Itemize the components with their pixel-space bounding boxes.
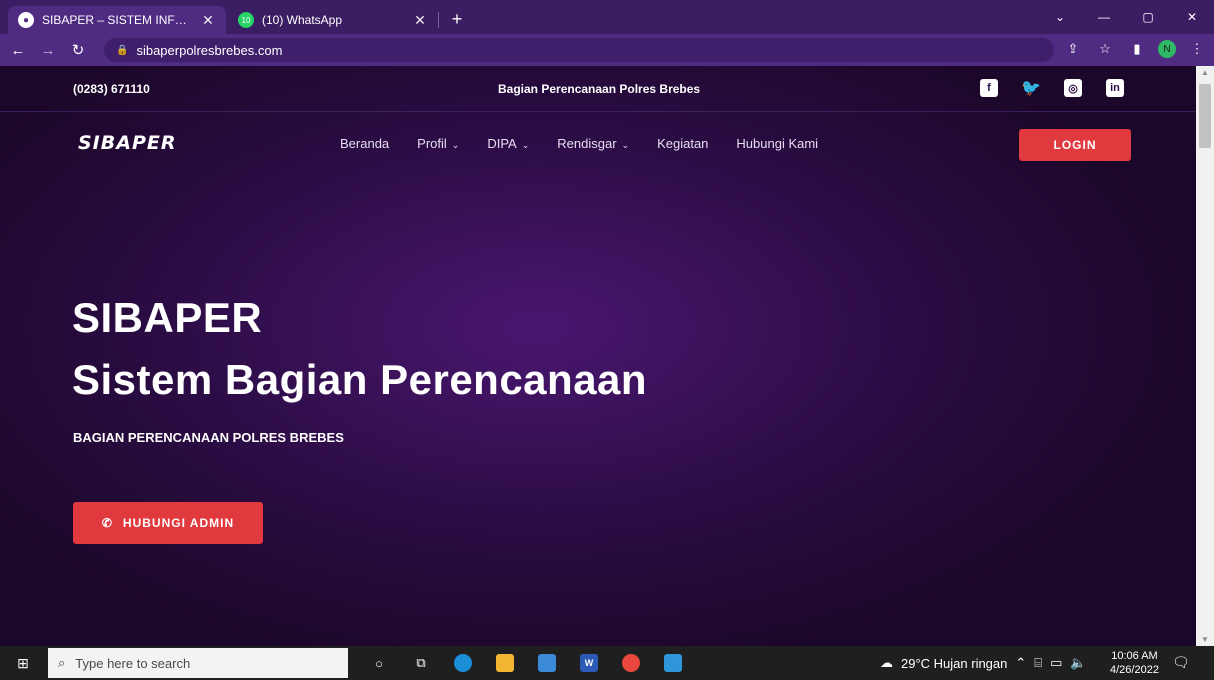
chevron-down-icon: ⌄ [451,140,460,150]
notification-icon[interactable]: 🗨 [1172,654,1190,671]
tab-title: (10) WhatsApp [262,13,343,27]
cortana-icon[interactable]: ○ [358,646,400,680]
chevron-up-icon[interactable]: ⌃ [1015,655,1026,671]
nav-item-kegiatan[interactable]: Kegiatan [657,136,708,151]
new-tab-button[interactable]: + [446,8,468,30]
nav-menu: Beranda Profil ⌄ DIPA ⌄ Rendisgar ⌄ Kegiata… [340,136,818,151]
forward-button[interactable]: → [36,38,60,62]
url-text: sibaperpolresbrebes.com [136,42,283,58]
nav-item-rendisgar[interactable]: Rendisgar ⌄ [557,136,629,151]
main-nav: SIBAPER Beranda Profil ⌄ DIPA ⌄ Rendisgar ⌄… [0,112,1196,178]
restore-button[interactable]: ▢ [1126,0,1170,34]
word-icon[interactable]: W [580,654,598,672]
globe-icon: ● [18,12,34,28]
nav-item-label: Rendisgar [557,136,617,151]
address-bar[interactable]: 🔒 sibaperpolresbrebes.com [104,38,1054,62]
site-topbar: (0283) 671110 Bagian Perencanaan Polres … [0,66,1196,112]
nav-item-dipa[interactable]: DIPA ⌄ [487,136,529,151]
topbar-tagline: Bagian Perencanaan Polres Brebes [498,82,701,96]
close-window-button[interactable]: ✕ [1170,0,1214,34]
menu-kebab-icon[interactable]: ⋮ [1186,38,1208,60]
minimize-button[interactable]: — [1082,0,1126,34]
nav-item-profil[interactable]: Profil ⌄ [417,136,459,151]
tab-title: SIBAPER – SISTEM INFORMASI B [42,13,192,27]
taskbar-search-input[interactable]: ⌕ Type here to search [48,648,348,678]
chevron-down-icon: ⌄ [521,140,530,150]
edge-icon[interactable] [454,654,472,672]
site-logo[interactable]: SIBAPER [78,132,176,154]
reload-button[interactable]: ↻ [66,38,90,62]
social-links: f 🐦 ◎ in [980,79,1124,97]
tab-sibaper[interactable]: ● SIBAPER – SISTEM INFORMASI B ✕ [8,6,226,34]
taskbar-apps: ○ ⧉ W [358,646,694,680]
nav-item-label: Profil [417,136,447,151]
task-view-icon[interactable]: ⧉ [400,646,442,680]
nav-item-label: Hubungi Kami [736,136,819,151]
linkedin-icon[interactable]: in [1106,79,1124,97]
battery-icon[interactable]: ▭ [1050,655,1062,671]
windows-taskbar: ⊞ ⌕ Type here to search ○ ⧉ W ☁ 29°C Huj… [0,646,1214,680]
scrollbar-thumb[interactable] [1199,84,1211,148]
page-scrollbar[interactable]: ▲ ▼ [1196,66,1214,646]
weather-text[interactable]: 29°C Hujan ringan [901,656,1007,671]
side-panel-icon[interactable]: ▮ [1126,38,1148,60]
system-tray: ☁ 29°C Hujan ringan ⌃ ⌸ ▭ 🔈 [880,646,1087,680]
nav-item-beranda[interactable]: Beranda [340,136,389,151]
nav-item-label: Beranda [340,136,390,151]
chrome-icon[interactable] [622,654,640,672]
scroll-up-arrow[interactable]: ▲ [1196,68,1214,77]
nav-item-hubungi-kami[interactable]: Hubungi Kami [736,136,818,151]
hero-title: SIBAPER [72,294,263,341]
scroll-down-arrow[interactable]: ▼ [1196,635,1214,644]
hero-subtitle-large: Sistem Bagian Perencanaan [72,356,648,403]
clock-time: 10:06 AM [1111,650,1158,662]
close-tab-icon[interactable]: ✕ [412,12,428,29]
photos-icon[interactable] [664,654,682,672]
login-button[interactable]: LOGIN [1019,129,1131,161]
phone-number: (0283) 671110 [73,82,150,96]
contact-admin-button[interactable]: ✆ HUBUNGI ADMIN [73,502,263,544]
tab-search-button[interactable]: ⌄ [1038,0,1082,34]
back-button[interactable]: ← [6,38,30,62]
lock-icon: 🔒 [116,44,129,56]
browser-toolbar: ← → ↻ 🔒 sibaperpolresbrebes.com ⇪ ☆ ▮ N … [0,34,1214,66]
tab-whatsapp[interactable]: 10 (10) WhatsApp ✕ [228,6,438,34]
instagram-icon[interactable]: ◎ [1064,79,1082,97]
cloud-icon: ☁ [880,655,893,670]
file-explorer-icon[interactable] [496,654,514,672]
search-placeholder: Type here to search [75,655,191,671]
profile-avatar[interactable]: N [1158,40,1176,58]
twitter-icon[interactable]: 🐦 [1021,79,1041,97]
cta-label: HUBUNGI ADMIN [122,516,235,530]
speaker-icon[interactable]: 🔈 [1070,655,1086,671]
toolbar-actions: ⇪ ☆ ▮ N ⋮ [1062,38,1208,60]
browser-tab-strip: ● SIBAPER – SISTEM INFORMASI B ✕ 10 (10)… [0,0,1214,34]
chevron-down-icon: ⌄ [621,140,630,150]
phone-icon: ✆ [101,516,113,530]
close-tab-icon[interactable]: ✕ [200,12,216,29]
hero-subtitle: BAGIAN PERENCANAAN POLRES BREBES [73,430,344,445]
windows-start-icon[interactable]: ⊞ [14,654,32,672]
page-viewport: (0283) 671110 Bagian Perencanaan Polres … [0,66,1196,646]
nav-item-label: DIPA [487,136,517,151]
network-icon[interactable]: ⌸ [1034,655,1042,671]
clock-date: 4/26/2022 [1110,664,1159,676]
nav-item-label: Kegiatan [657,136,709,151]
bookmark-star-icon[interactable]: ☆ [1094,38,1116,60]
share-icon[interactable]: ⇪ [1062,38,1084,60]
taskbar-clock[interactable]: 10:06 AM 4/26/2022 [1110,649,1159,677]
search-icon: ⌕ [58,655,66,670]
whatsapp-icon: 10 [238,12,254,28]
tab-divider [438,12,439,28]
window-controls: ⌄ — ▢ ✕ [1038,0,1214,34]
facebook-icon[interactable]: f [980,79,998,97]
store-icon[interactable] [538,654,556,672]
